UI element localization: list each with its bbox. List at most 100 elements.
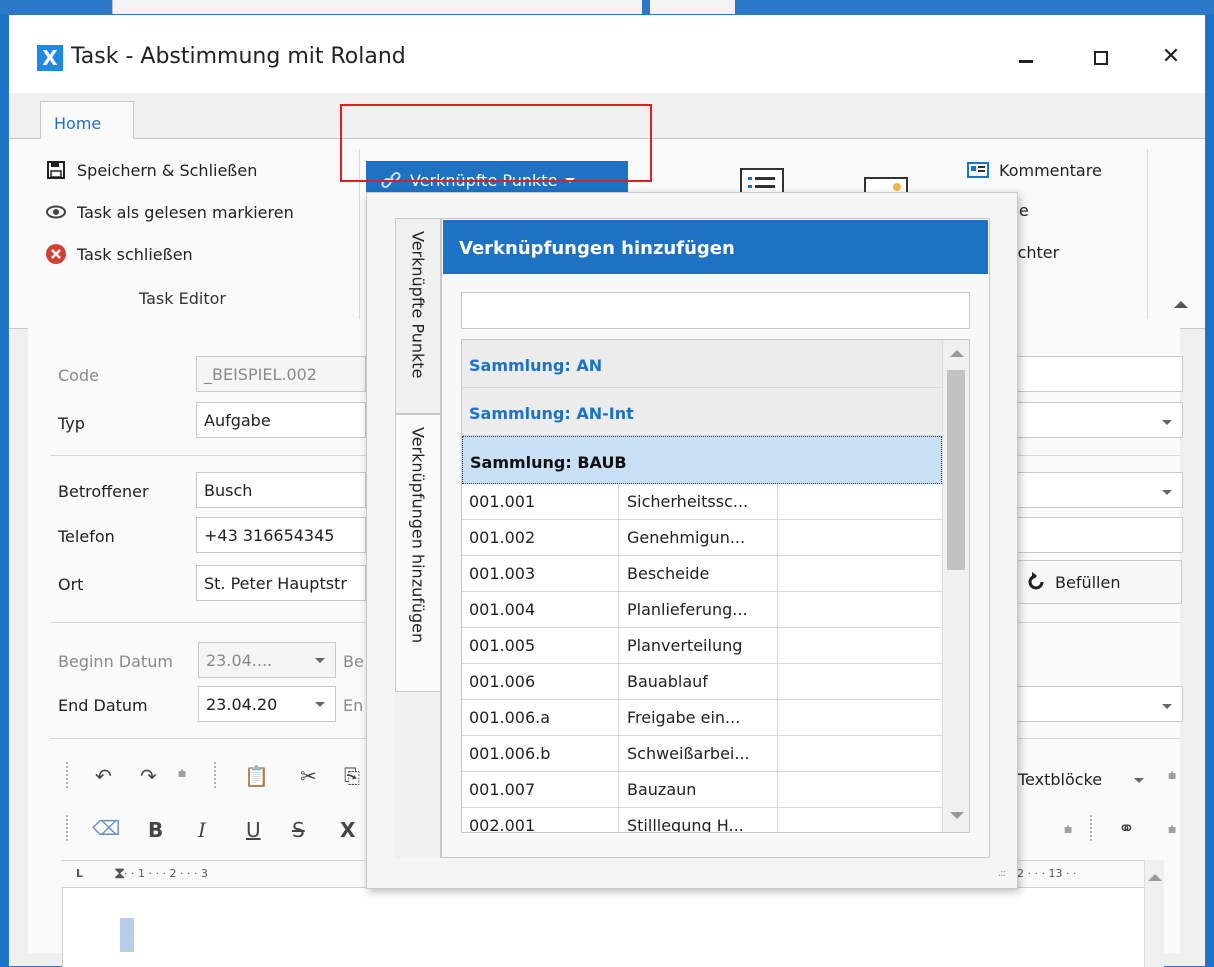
- table-row[interactable]: 002.001 Stilllegung H...: [462, 808, 942, 832]
- toolbar-overflow-icon[interactable]: ⩧: [178, 766, 186, 782]
- toolbar-grip[interactable]: [1090, 815, 1096, 841]
- background-window-strip: [0, 0, 1214, 14]
- paste-icon[interactable]: 📋: [244, 764, 269, 788]
- start-date-label: Beginn Datum: [58, 652, 173, 671]
- refresh-icon: [1025, 571, 1047, 598]
- vtab-linked-points[interactable]: Verknüpfte Punkte: [395, 218, 441, 414]
- table-row[interactable]: 001.002 Genehmigun...: [462, 520, 942, 556]
- fill-label: Befüllen: [1055, 572, 1121, 592]
- table-row[interactable]: 001.005 Planverteilung: [462, 628, 942, 664]
- tab-home[interactable]: Home: [40, 101, 134, 140]
- row-name: Planlieferung...: [619, 592, 778, 627]
- affected-extra-select[interactable]: [1015, 472, 1183, 508]
- end-date-label: End Datum: [58, 696, 148, 715]
- code-label: Code: [58, 366, 99, 385]
- row-name: Planverteilung: [619, 628, 778, 663]
- toolbar-overflow-icon[interactable]: ⩧: [1168, 822, 1176, 838]
- phone-extra-field[interactable]: [1015, 517, 1183, 553]
- close-button[interactable]: ✕: [1149, 39, 1193, 75]
- type-select[interactable]: Aufgabe: [196, 402, 366, 438]
- copy-icon[interactable]: ⎘: [344, 764, 360, 788]
- vtab-add-links[interactable]: Verknüpfungen hinzufügen: [395, 414, 441, 692]
- code-extra-field[interactable]: [1015, 356, 1183, 392]
- table-row[interactable]: 001.006.b Schweißarbei...: [462, 736, 942, 772]
- editor-scrollbar[interactable]: [1144, 860, 1164, 967]
- clear-button[interactable]: X: [340, 818, 355, 842]
- scroll-up-icon[interactable]: [1148, 874, 1162, 881]
- title-bar: X Task - Abstimmung mit Roland ✕: [9, 15, 1205, 93]
- text-blocks-button[interactable]: Textblöcke: [1018, 770, 1102, 789]
- underline-button[interactable]: U: [246, 818, 261, 842]
- mark-read-label: Task als gelesen markieren: [77, 202, 294, 222]
- maximize-icon: [1094, 51, 1108, 65]
- row-name: Bauzaun: [619, 772, 778, 807]
- undo-icon[interactable]: ↶: [95, 764, 112, 788]
- toolbar-grip[interactable]: [66, 815, 72, 841]
- find-binoculars-icon[interactable]: ⚭: [1118, 816, 1135, 840]
- text-editor[interactable]: [62, 888, 1164, 967]
- minimize-button[interactable]: [1004, 39, 1048, 75]
- cut-icon[interactable]: ✂: [300, 764, 317, 788]
- fill-button[interactable]: Befüllen: [1010, 560, 1182, 604]
- row-empty-cell: [778, 484, 942, 519]
- end-extra-select[interactable]: [1015, 686, 1183, 722]
- table-row[interactable]: 001.006.a Freigabe ein...: [462, 700, 942, 736]
- affected-field[interactable]: Busch: [196, 472, 366, 508]
- save-close-label: Speichern & Schließen: [77, 160, 258, 180]
- mark-read-button[interactable]: Task als gelesen markieren: [45, 201, 294, 223]
- close-icon: ✕: [1161, 44, 1181, 69]
- close-task-button[interactable]: Task schließen: [45, 243, 193, 265]
- table-row[interactable]: 001.004 Planlieferung...: [462, 592, 942, 628]
- group-row-selected[interactable]: Sammlung: BAUB: [462, 436, 942, 484]
- background-panel: [112, 0, 642, 14]
- minimize-icon: [1019, 60, 1033, 63]
- row-code: 002.001: [462, 808, 619, 832]
- chevron-down-icon: [315, 702, 325, 707]
- toolbar-overflow-icon[interactable]: ⩧: [1168, 768, 1176, 784]
- row-code: 001.003: [462, 556, 619, 591]
- row-code: 001.007: [462, 772, 619, 807]
- row-code: 001.006: [462, 664, 619, 699]
- table-row[interactable]: 001.006 Bauablauf: [462, 664, 942, 700]
- code-field[interactable]: _BEISPIEL.002: [196, 356, 366, 392]
- row-name: Bauablauf: [619, 664, 778, 699]
- table-row[interactable]: 001.007 Bauzaun: [462, 772, 942, 808]
- collection-grid: Sammlung: AN Sammlung: AN-Int Sammlung: …: [461, 339, 970, 833]
- save-close-button[interactable]: Speichern & Schließen: [45, 159, 257, 181]
- ribbon-separator-right: [1147, 149, 1148, 319]
- bold-button[interactable]: B: [148, 818, 163, 842]
- row-name: Stilllegung H...: [619, 808, 778, 832]
- background-panel-2: [650, 0, 735, 14]
- row-name: Freigabe ein...: [619, 700, 778, 735]
- text-cursor-selection: [120, 918, 134, 952]
- group-row[interactable]: Sammlung: AN: [462, 340, 942, 388]
- maximize-button[interactable]: [1079, 39, 1123, 75]
- toolbar-grip[interactable]: [66, 762, 72, 788]
- resize-grip-icon[interactable]: .::: [998, 868, 1006, 879]
- scroll-up-icon[interactable]: [950, 350, 964, 357]
- comment-card-icon: [967, 159, 989, 181]
- collapse-ribbon-icon[interactable]: [1174, 301, 1188, 308]
- scroll-down-icon[interactable]: [950, 812, 964, 819]
- comments-label: Kommentare: [999, 160, 1102, 180]
- phone-field[interactable]: +43 316654345: [196, 517, 366, 553]
- group-row[interactable]: Sammlung: AN-Int: [462, 388, 942, 436]
- place-field[interactable]: St. Peter Hauptstr: [196, 565, 366, 601]
- toolbar-overflow-icon[interactable]: ⩧: [1064, 822, 1072, 838]
- scroll-thumb[interactable]: [947, 370, 965, 570]
- clear-format-icon[interactable]: ⌫: [92, 816, 120, 840]
- type-extra-select[interactable]: [1015, 402, 1183, 438]
- grid-scrollbar[interactable]: [942, 340, 969, 832]
- search-input[interactable]: [461, 292, 970, 329]
- close-task-label: Task schließen: [77, 244, 193, 264]
- phone-label: Telefon: [58, 527, 115, 546]
- redo-icon[interactable]: ↷: [140, 764, 157, 788]
- ruler-right-label: 2 · · · 13 · ·: [1017, 867, 1077, 880]
- comments-button[interactable]: Kommentare: [967, 159, 1102, 181]
- strikethrough-button[interactable]: S: [292, 818, 305, 842]
- table-row[interactable]: 001.001 Sicherheitssc...: [462, 484, 942, 520]
- add-links-header: Verknüpfungen hinzufügen: [443, 220, 988, 274]
- table-row[interactable]: 001.003 Bescheide: [462, 556, 942, 592]
- italic-button[interactable]: I: [198, 818, 206, 842]
- toolbar-grip[interactable]: [214, 762, 220, 788]
